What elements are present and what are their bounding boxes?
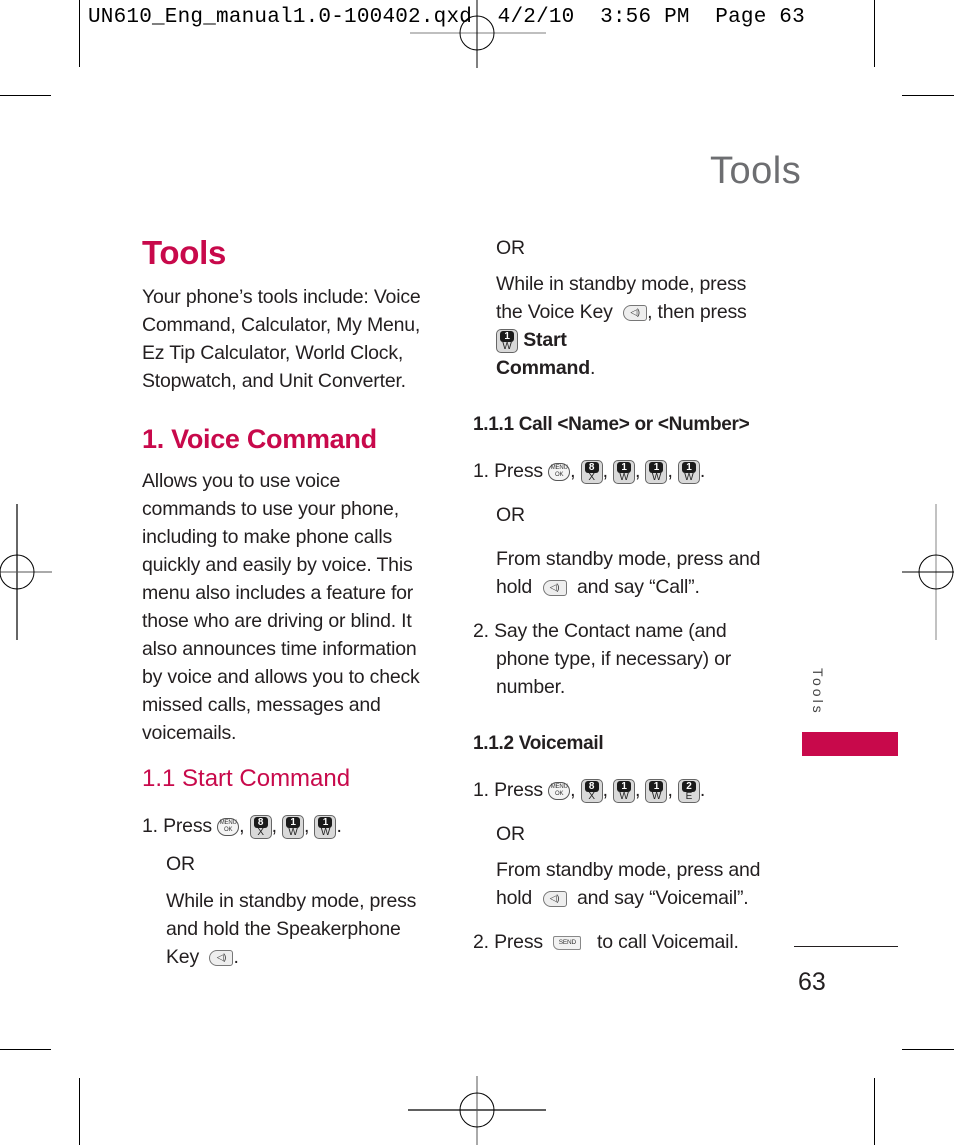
- text-line: menu also includes a feature for: [142, 582, 414, 604]
- text-line: hold ◁) and say “Call”.: [496, 576, 700, 598]
- key-1-icon: 1W: [613, 459, 636, 484]
- section-heading-voice-command: 1. Voice Command: [142, 424, 377, 454]
- start-command-alternative: While in standby mode, press and hold th…: [166, 887, 416, 971]
- key-2-icon: 2E: [677, 778, 700, 803]
- side-tab-label: Tools: [810, 668, 826, 716]
- subheading-call-name-number: 1.1.1 Call <Name> or <Number>: [473, 414, 750, 435]
- text-line: commands to use your phone,: [142, 498, 399, 520]
- crop-mark: [79, 1078, 80, 1145]
- call-step-1: 1. Press MENU OK, 8X, 1W, 1W, 1W.: [473, 459, 706, 484]
- registration-mark-left: [0, 504, 52, 640]
- text-line: and hold the Speakerphone: [166, 918, 401, 940]
- step-text: 1. Press: [473, 460, 543, 482]
- menu-ok-key-icon: MENU OK: [548, 462, 571, 481]
- text-line: While in standby mode, press: [496, 273, 747, 295]
- key-1-icon: 1W: [314, 814, 337, 839]
- crop-mark: [79, 0, 80, 67]
- page-number: 63: [798, 968, 826, 996]
- send-key-icon: SEND: [553, 935, 582, 950]
- or-label: OR: [496, 823, 525, 845]
- key-1-icon: 1W: [677, 459, 700, 484]
- text-line: 1W Start: [496, 326, 747, 354]
- text-line: the Voice Key ◁), then press: [496, 301, 747, 323]
- start-command-step-1: 1. Press MENU OK, 8X, 1W, 1W.: [142, 814, 342, 839]
- text-line: phone type, if necessary) or: [496, 648, 732, 670]
- menu-ok-key-icon: MENU OK: [217, 817, 240, 836]
- step-text: to call Voicemail.: [597, 931, 739, 953]
- running-head: Tools: [710, 150, 802, 192]
- or-label: OR: [496, 237, 525, 259]
- text-line: From standby mode, press and: [496, 859, 761, 881]
- text-line: quickly and easily by voice. This: [142, 554, 413, 576]
- text-line: voicemails.: [142, 722, 237, 744]
- side-tab-marker: [802, 732, 898, 756]
- text-line: by voice and allows you to check: [142, 666, 420, 688]
- text-line: hold ◁) and say “Voicemail”.: [496, 887, 749, 909]
- voice-key-alternative: While in standby mode, press the Voice K…: [496, 270, 747, 382]
- crop-mark: [874, 0, 875, 67]
- registration-mark-right: [902, 504, 954, 640]
- text-line: also announces time information: [142, 638, 417, 660]
- voicemail-step-1: 1. Press MENU OK, 8X, 1W, 1W, 2E.: [473, 778, 706, 803]
- speakerphone-key-icon: ◁): [209, 949, 234, 966]
- crop-mark: [0, 95, 51, 96]
- key-1-icon: 1W: [613, 778, 636, 803]
- key-1-icon: 1W: [282, 814, 305, 839]
- key-8-icon: 8X: [249, 814, 272, 839]
- text-line: those who are driving or blind. It: [142, 610, 412, 632]
- step-text: 1. Press: [473, 779, 543, 801]
- step-text: 1. Press: [142, 815, 212, 837]
- crop-mark: [902, 95, 954, 96]
- key-1-icon: 1W: [496, 328, 518, 353]
- text-line: Ez Tip Calculator, World Clock,: [142, 342, 404, 364]
- or-label: OR: [496, 504, 525, 526]
- text-line: Your phone’s tools include: Voice: [142, 286, 421, 308]
- speakerphone-key-icon: ◁): [542, 579, 567, 596]
- text-line: Stopwatch, and Unit Converter.: [142, 370, 406, 392]
- key-1-icon: 1W: [645, 778, 668, 803]
- intro-paragraph: Your phone’s tools include: Voice Comman…: [142, 283, 421, 395]
- call-step-2: 2. Say the Contact name (and phone type,…: [473, 617, 731, 701]
- key-1-icon: 1W: [645, 459, 668, 484]
- registration-mark-bottom: [408, 1076, 546, 1145]
- crop-mark: [874, 1078, 875, 1145]
- registration-mark-top: [410, 0, 546, 68]
- text-line: missed calls, messages and: [142, 694, 381, 716]
- voice-command-description: Allows you to use voice commands to use …: [142, 467, 420, 747]
- call-alternative: From standby mode, press and hold ◁) and…: [496, 545, 760, 601]
- key-8-icon: 8X: [580, 459, 603, 484]
- text-line: including to make phone calls: [142, 526, 393, 548]
- speakerphone-key-icon: ◁): [542, 890, 567, 907]
- text-line: Command.: [496, 357, 596, 379]
- crop-mark: [902, 1049, 954, 1050]
- text-line: While in standby mode, press: [166, 890, 417, 912]
- text-line: Allows you to use voice: [142, 470, 341, 492]
- text-line: From standby mode, press and: [496, 548, 761, 570]
- crop-mark: [0, 1049, 51, 1050]
- voicemail-alternative: From standby mode, press and hold ◁) and…: [496, 856, 760, 912]
- or-label: OR: [166, 853, 195, 875]
- subsection-heading-start-command: 1.1 Start Command: [142, 765, 351, 792]
- text-line: Command, Calculator, My Menu,: [142, 314, 421, 336]
- menu-ok-key-icon: MENU OK: [548, 781, 571, 800]
- page-title: Tools: [142, 234, 227, 271]
- subheading-voicemail: 1.1.2 Voicemail: [473, 733, 604, 754]
- voicemail-step-2: 2. Press SEND to call Voicemail.: [473, 928, 739, 956]
- step-text: 2. Press: [473, 931, 543, 953]
- text-line: number.: [496, 676, 566, 698]
- voice-key-icon: ◁): [623, 304, 648, 321]
- footer-rule: [794, 946, 898, 947]
- key-8-icon: 8X: [580, 778, 603, 803]
- text-line: 2. Say the Contact name (and: [473, 620, 727, 642]
- text-line: Key ◁).: [166, 946, 239, 968]
